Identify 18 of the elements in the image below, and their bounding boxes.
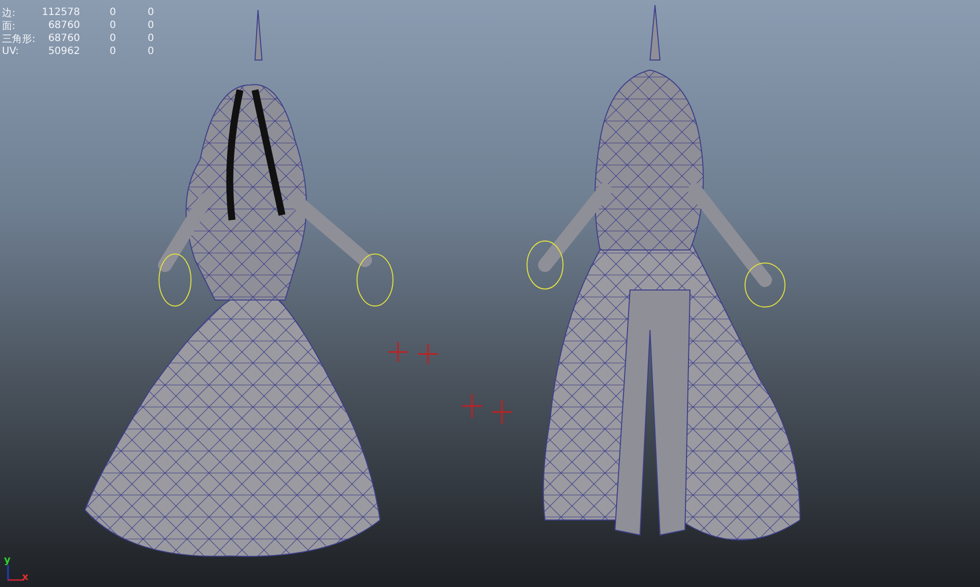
- hud-value: 50962: [47, 46, 80, 57]
- hud-value: 68760: [47, 20, 80, 31]
- hud-value: 0: [146, 46, 154, 57]
- hud-label: 面:: [2, 20, 16, 32]
- axis-label: x: [22, 572, 28, 583]
- hud-label: 边:: [2, 6, 16, 20]
- hud-value: 0: [108, 20, 116, 31]
- hud-value: 0: [146, 20, 154, 31]
- hud-value: 68760: [47, 33, 80, 44]
- hud-label: UV:: [2, 46, 20, 57]
- hud-value: 112578: [40, 7, 80, 18]
- axis-label: y: [4, 555, 11, 566]
- hud-label: 三角形:: [2, 32, 36, 46]
- hud-value: 0: [108, 7, 116, 18]
- hud-value: 0: [108, 46, 116, 57]
- hud-value: 0: [146, 7, 154, 18]
- hud-value: 0: [108, 33, 116, 44]
- hud-value: 0: [146, 33, 154, 44]
